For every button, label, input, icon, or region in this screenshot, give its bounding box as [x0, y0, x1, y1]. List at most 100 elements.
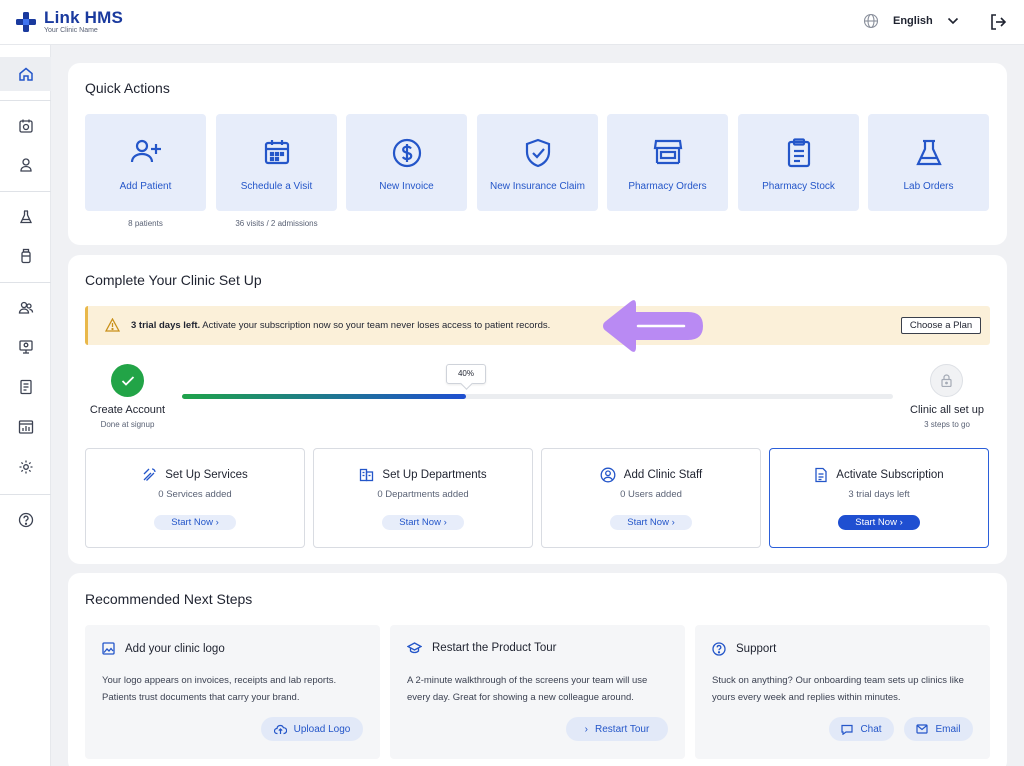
progress-tooltip: 40%	[446, 364, 486, 384]
language-selector[interactable]: English	[863, 13, 959, 29]
lock-icon	[941, 374, 952, 387]
restart-tour-button[interactable]: › Restart Tour	[566, 717, 668, 741]
shield-check-icon	[525, 138, 550, 168]
setup-card-title: Set Up Services	[165, 468, 248, 481]
create-account-label: Create Account	[89, 404, 166, 416]
globe-icon	[863, 13, 879, 29]
next-step-body: Stuck on anything? Our onboarding team s…	[712, 675, 964, 703]
upload-logo-button[interactable]: Upload Logo	[261, 717, 363, 741]
start-now-label: Start Now	[399, 517, 441, 528]
cloud-upload-icon	[273, 724, 287, 734]
help-icon	[18, 512, 33, 528]
users-icon	[18, 301, 33, 314]
setup-card-title: Activate Subscription	[836, 469, 944, 481]
calendar-icon	[264, 140, 289, 165]
start-now-label: Start Now	[171, 517, 213, 528]
trial-message-text: Activate your subscription now so your t…	[200, 320, 551, 331]
logout-icon[interactable]	[989, 13, 1007, 31]
add-staff-card: Add Clinic Staff 0 Users added Start Now…	[541, 448, 761, 548]
document-icon	[19, 379, 32, 395]
sidebar-item-home[interactable]	[0, 57, 51, 91]
monitor-icon	[18, 340, 33, 354]
flask-icon	[915, 139, 942, 166]
setup-progress-track	[182, 394, 893, 399]
sidebar-item-patients[interactable]	[0, 148, 51, 182]
clipboard-icon	[787, 138, 810, 168]
next-step-title: Support	[736, 643, 777, 655]
email-button[interactable]: Email	[904, 717, 973, 741]
start-departments-button[interactable]: Start Now ›	[382, 515, 464, 530]
start-staff-button[interactable]: Start Now ›	[610, 515, 692, 530]
check-icon	[121, 375, 134, 386]
patients-count: 8 patients	[128, 219, 163, 228]
chevron-right-icon: ›	[215, 517, 219, 528]
arrow-left-annotation-icon	[603, 300, 703, 352]
sidebar	[0, 45, 51, 766]
logo[interactable]: Link HMS Your Clinic Name	[16, 9, 123, 35]
tools-icon	[143, 468, 156, 481]
start-now-label: Start Now	[627, 517, 669, 528]
quick-action-lab-orders[interactable]: Lab Orders	[868, 114, 989, 211]
quick-action-new-insurance-claim[interactable]: New Insurance Claim	[477, 114, 598, 211]
quick-action-label: New Insurance Claim	[489, 181, 586, 192]
add-user-icon	[130, 139, 161, 163]
sidebar-item-staff[interactable]	[0, 291, 51, 325]
create-account-done-badge	[111, 364, 144, 397]
trial-banner: 3 trial days left. Activate your subscri…	[85, 306, 990, 345]
bottle-icon	[20, 248, 31, 264]
restart-tour-label: Restart Tour	[595, 723, 650, 735]
chat-icon	[841, 724, 854, 735]
quick-action-pharmacy-orders[interactable]: Pharmacy Orders	[607, 114, 728, 211]
sidebar-item-lab[interactable]	[0, 200, 51, 234]
sidebar-item-appointments[interactable]	[0, 109, 51, 143]
chevron-down-icon	[947, 17, 958, 25]
quick-action-pharmacy-stock[interactable]: Pharmacy Stock	[738, 114, 859, 211]
next-step-body: A 2-minute walkthrough of the screens yo…	[407, 675, 648, 703]
graduation-cap-icon	[407, 642, 422, 654]
setup-departments-card: Set Up Departments 0 Departments added S…	[313, 448, 533, 548]
user-icon	[19, 158, 32, 172]
flask-icon	[19, 210, 32, 224]
quick-action-label: Lab Orders	[903, 181, 954, 192]
trial-days-left: 3 trial days left.	[131, 320, 201, 331]
quick-action-label: New Invoice	[379, 181, 434, 192]
language-label: English	[893, 15, 933, 27]
create-account-sub: Done at signup	[100, 420, 155, 429]
sidebar-item-records[interactable]	[0, 370, 51, 404]
start-subscription-button[interactable]: Start Now ›	[838, 515, 920, 530]
product-tour-card: Restart the Product Tour A 2-minute walk…	[390, 625, 685, 759]
setup-card-title: Add Clinic Staff	[623, 469, 703, 481]
quick-action-label: Pharmacy Stock	[762, 181, 835, 192]
warning-icon	[105, 318, 120, 332]
chevron-right-icon: ›	[671, 517, 675, 528]
sidebar-item-telemedicine[interactable]	[0, 330, 51, 364]
chat-label: Chat	[860, 723, 882, 735]
gear-icon	[19, 460, 32, 474]
mail-icon	[916, 724, 929, 734]
quick-action-schedule-visit[interactable]: Schedule a Visit	[216, 114, 337, 211]
sidebar-item-help[interactable]	[0, 503, 51, 537]
sidebar-item-reports[interactable]	[0, 410, 51, 444]
image-icon	[102, 642, 115, 655]
setup-card-sub: 0 Users added	[620, 489, 682, 500]
next-step-body: Your logo appears on invoices, receipts …	[102, 675, 337, 703]
start-services-button[interactable]: Start Now ›	[154, 515, 236, 530]
upload-logo-label: Upload Logo	[293, 723, 351, 735]
top-bar: Link HMS Your Clinic Name English	[0, 0, 1024, 45]
quick-action-label: Pharmacy Orders	[628, 181, 707, 192]
sidebar-item-pharmacy[interactable]	[0, 239, 51, 273]
activate-subscription-card: Activate Subscription 3 trial days left …	[769, 448, 989, 548]
building-icon	[360, 468, 374, 482]
help-icon	[712, 642, 726, 656]
calendar-icon	[18, 119, 33, 133]
chat-button[interactable]: Chat	[829, 717, 894, 741]
quick-action-new-invoice[interactable]: New Invoice	[346, 114, 467, 211]
chevron-right-icon: ›	[899, 517, 903, 528]
quick-action-add-patient[interactable]: Add Patient	[85, 114, 206, 211]
setup-card-title: Set Up Departments	[382, 468, 487, 481]
sidebar-item-settings[interactable]	[0, 450, 51, 484]
setup-card-sub: 0 Departments added	[377, 489, 469, 500]
quick-action-label: Add Patient	[119, 181, 172, 192]
choose-plan-button[interactable]: Choose a Plan	[901, 317, 981, 334]
setup-card-sub: 3 trial days left	[848, 489, 910, 500]
